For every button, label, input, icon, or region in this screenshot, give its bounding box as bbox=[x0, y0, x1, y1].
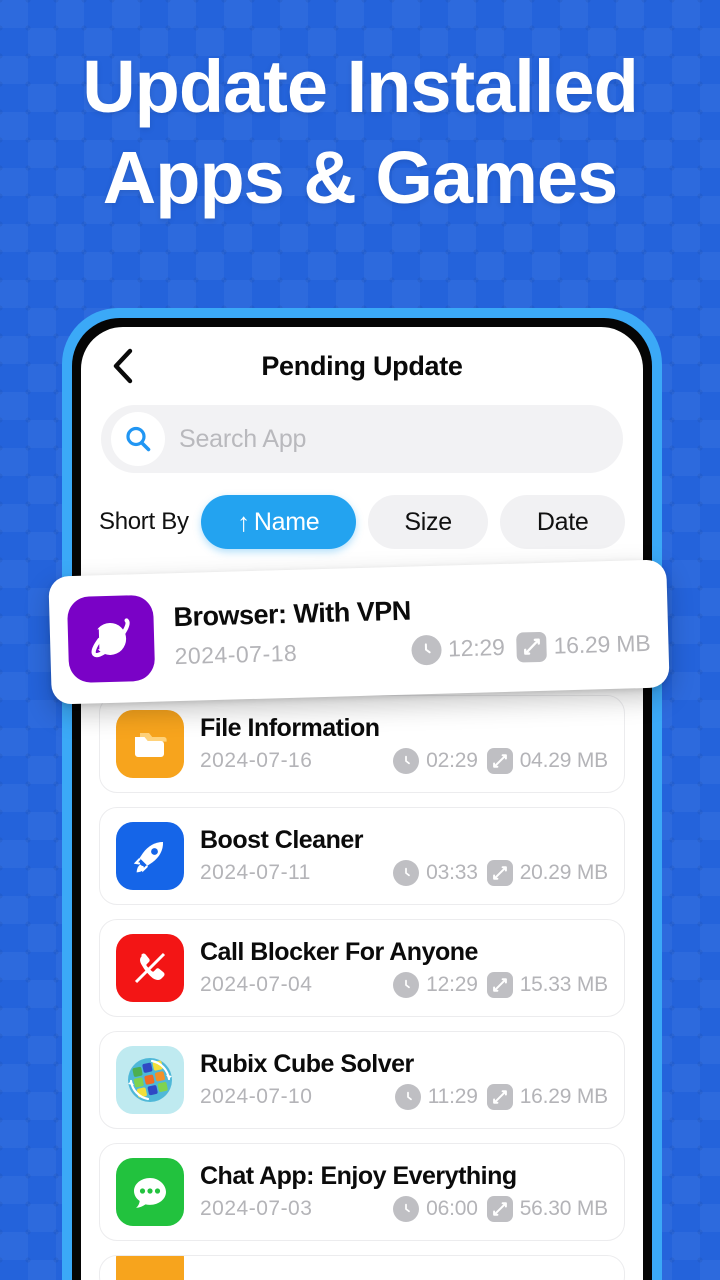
phone-mockup: Pending Update Search App Short By ↑ Nam… bbox=[62, 308, 662, 1280]
chat-bubble-icon bbox=[116, 1158, 184, 1226]
clock-icon bbox=[393, 1196, 420, 1223]
app-time-text: 06:00 bbox=[426, 1197, 478, 1221]
sort-chip-date[interactable]: Date bbox=[500, 495, 625, 549]
app-info: File Information 2024-07-16 02:29 04.29 … bbox=[200, 709, 608, 779]
app-info: Boost Cleaner 2024-07-11 03:33 20.29 MB bbox=[200, 821, 608, 891]
app-size-text: 15.33 MB bbox=[519, 973, 608, 997]
app-size-text: 16.29 MB bbox=[519, 1085, 608, 1109]
clock-icon bbox=[394, 1084, 421, 1111]
app-name: Chat App: Enjoy Everything bbox=[200, 1161, 517, 1190]
search-input[interactable]: Search App bbox=[101, 405, 623, 473]
search-section: Search App bbox=[81, 405, 643, 473]
promo-headline-line1: Update Installed bbox=[82, 45, 639, 128]
app-date: 2024-07-18 bbox=[174, 639, 298, 670]
app-time: 03:33 bbox=[393, 860, 478, 887]
resize-arrows-icon bbox=[486, 1084, 513, 1111]
app-time-text: 11:29 bbox=[427, 1085, 478, 1109]
app-size-text: 20.29 MB bbox=[519, 861, 608, 885]
clock-icon bbox=[410, 634, 442, 666]
app-meta: 2024-07-18 12:29 16.29 MB bbox=[174, 628, 651, 671]
app-info: Call Blocker For Anyone 2024-07-04 12:29 bbox=[200, 933, 608, 1003]
resize-arrows-icon bbox=[516, 631, 548, 663]
rubix-cube-icon bbox=[116, 1046, 184, 1114]
clock-icon bbox=[393, 748, 420, 775]
sort-bar: Short By ↑ Name Size Date bbox=[81, 473, 643, 549]
page-title: Pending Update bbox=[261, 350, 463, 381]
sort-chip-name-label: Name bbox=[253, 507, 320, 536]
table-row[interactable]: Chat App: Enjoy Everything 2024-07-03 06… bbox=[99, 1143, 625, 1241]
table-row[interactable]: Boost Cleaner 2024-07-11 03:33 20.29 MB bbox=[99, 807, 625, 905]
app-size-text: 56.30 MB bbox=[519, 1197, 608, 1221]
sort-label: Short By bbox=[99, 508, 189, 535]
app-size-text: 16.29 MB bbox=[553, 629, 651, 659]
sort-chip-date-label: Date bbox=[536, 507, 589, 536]
app-size-text: 04.29 MB bbox=[519, 749, 608, 773]
planet-icon bbox=[66, 594, 156, 684]
resize-arrows-icon bbox=[486, 1196, 513, 1223]
phone-bezel: Pending Update Search App Short By ↑ Nam… bbox=[72, 318, 652, 1280]
app-size: 15.33 MB bbox=[486, 972, 608, 999]
app-size: 56.30 MB bbox=[486, 1196, 608, 1223]
app-meta: 2024-07-11 03:33 20.29 MB bbox=[200, 860, 608, 887]
app-info: Chat App: Enjoy Everything 2024-07-03 06… bbox=[200, 1157, 608, 1227]
call-blocked-icon bbox=[116, 934, 184, 1002]
app-name: Boost Cleaner bbox=[200, 825, 363, 854]
featured-app-card[interactable]: Browser: With VPN 2024-07-18 12:29 16.29… bbox=[48, 559, 670, 705]
app-time: 06:00 bbox=[393, 1196, 478, 1223]
resize-arrows-icon bbox=[486, 860, 513, 887]
app-name: Rubix Cube Solver bbox=[200, 1049, 414, 1078]
rocket-icon bbox=[116, 822, 184, 890]
app-time-text: 03:33 bbox=[426, 861, 478, 885]
back-button[interactable] bbox=[103, 346, 143, 386]
table-row[interactable]: Rubix Cube Solver 2024-07-10 11:29 16.29… bbox=[99, 1031, 625, 1129]
app-size: 16.29 MB bbox=[516, 628, 651, 663]
app-time: 12:29 bbox=[393, 972, 478, 999]
app-date: 2024-07-03 bbox=[200, 1197, 313, 1221]
app-info: Rubix Cube Solver 2024-07-10 11:29 16.29… bbox=[200, 1045, 608, 1115]
app-date: 2024-07-16 bbox=[200, 749, 313, 773]
sort-chip-size-label: Size bbox=[404, 507, 452, 536]
clock-icon bbox=[393, 972, 420, 999]
app-meta: 2024-07-10 11:29 16.29 MB bbox=[200, 1084, 608, 1111]
app-meta: 2024-07-04 12:29 15.33 MB bbox=[200, 972, 608, 999]
app-time-text: 12:29 bbox=[447, 633, 505, 662]
search-icon bbox=[126, 426, 151, 452]
folder-icon bbox=[116, 710, 184, 778]
app-time: 12:29 bbox=[410, 632, 505, 666]
app-size: 04.29 MB bbox=[486, 748, 608, 775]
app-header: Pending Update bbox=[81, 327, 643, 405]
app-meta: 2024-07-16 02:29 04.29 MB bbox=[200, 748, 608, 775]
app-time-text: 02:29 bbox=[426, 749, 478, 773]
app-name: File Information bbox=[200, 713, 380, 742]
sort-chip-name[interactable]: ↑ Name bbox=[200, 495, 356, 549]
app-name: Call Blocker For Anyone bbox=[200, 937, 478, 966]
sort-arrow-up-icon: ↑ bbox=[237, 506, 250, 537]
promo-headline: Update Installed Apps & Games bbox=[0, 45, 720, 220]
search-icon-circle bbox=[111, 412, 165, 466]
resize-arrows-icon bbox=[486, 972, 513, 999]
sort-chip-size[interactable]: Size bbox=[367, 495, 489, 549]
promo-headline-line2: Apps & Games bbox=[102, 135, 618, 219]
app-time-text: 12:29 bbox=[426, 973, 478, 997]
app-date: 2024-07-10 bbox=[200, 1085, 313, 1109]
app-size: 16.29 MB bbox=[486, 1084, 608, 1111]
app-time: 02:29 bbox=[393, 748, 478, 775]
table-row[interactable]: File Information 2024-07-16 02:29 04.29 … bbox=[99, 695, 625, 793]
folder-icon bbox=[116, 1256, 184, 1280]
app-size: 20.29 MB bbox=[486, 860, 608, 887]
phone-screen: Pending Update Search App Short By ↑ Nam… bbox=[81, 327, 643, 1280]
table-row-partial[interactable] bbox=[99, 1255, 625, 1280]
app-time: 11:29 bbox=[394, 1084, 478, 1111]
app-name: Browser: With VPN bbox=[173, 596, 412, 633]
app-info: Browser: With VPN 2024-07-18 12:29 16.29… bbox=[173, 581, 651, 680]
resize-arrows-icon bbox=[486, 748, 513, 775]
clock-icon bbox=[393, 860, 420, 887]
app-date: 2024-07-04 bbox=[200, 973, 313, 997]
chevron-left-icon bbox=[113, 348, 133, 384]
table-row[interactable]: Call Blocker For Anyone 2024-07-04 12:29 bbox=[99, 919, 625, 1017]
app-date: 2024-07-11 bbox=[200, 861, 311, 885]
search-placeholder: Search App bbox=[179, 424, 307, 453]
app-meta: 2024-07-03 06:00 56.30 MB bbox=[200, 1196, 608, 1223]
